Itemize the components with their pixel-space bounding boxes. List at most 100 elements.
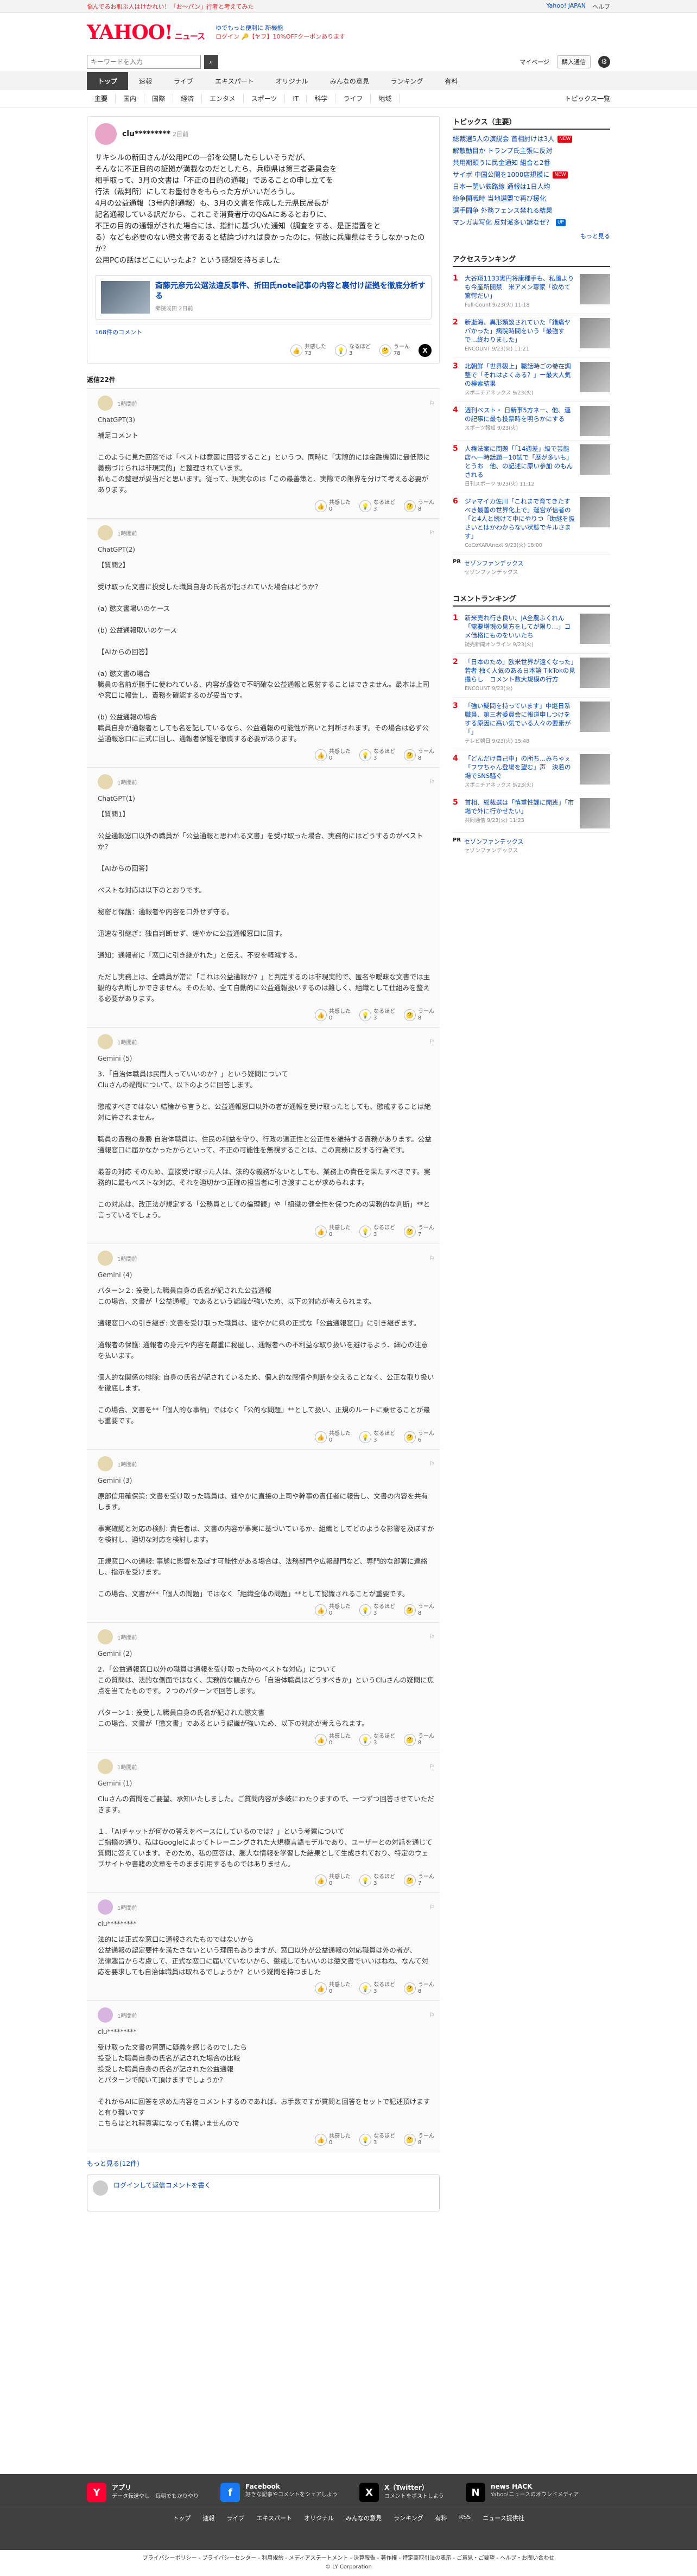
footer-nav-3[interactable]: エキスパート	[256, 2514, 292, 2522]
footer-app-link[interactable]: Nnews HACK Yahoo!ニュースのオウンドメディア	[466, 2483, 579, 2502]
ranking-text[interactable]: 「強い疑問を持っています」中継日系職員、第三者委員会に報道申しつけをする原因に高…	[465, 702, 575, 746]
footer-app-link[interactable]: f Facebook 好きな記事やコメントをシェアしよう	[220, 2483, 338, 2502]
ranking-item[interactable]: 3 「強い疑問を持っています」中継日系職員、第三者委員会に報道申しつけをする原因に…	[453, 698, 610, 750]
reply-username[interactable]: Gemini (1)	[98, 1780, 434, 1787]
avatar[interactable]	[98, 1251, 113, 1266]
category-2[interactable]: 国際	[144, 94, 174, 103]
footer-nav-4[interactable]: オリジナル	[304, 2514, 334, 2522]
footer-app-name[interactable]: news HACK	[491, 2483, 579, 2490]
report-link[interactable]: ⚐	[429, 1039, 434, 1045]
ranking-thumbnail[interactable]	[580, 798, 610, 828]
ranking-title[interactable]: 週刊ベスト・ 日新事5方ネー、他、連の記事に最も投票時を明らかにする	[465, 406, 575, 423]
category-6[interactable]: IT	[285, 94, 307, 103]
topic-item[interactable]: サイボ 中国公開を1000店規模に NEW	[453, 169, 610, 181]
ranking-item[interactable]: 5 人権法案に問題「「14週差」級で芸能店へ一時話題ー10試で「歴が多いも」とうお…	[453, 441, 610, 493]
search-icon[interactable]: ⌕	[204, 55, 218, 69]
ranking-thumbnail[interactable]	[580, 444, 610, 475]
insight-button[interactable]: 💡 なるほど 3	[359, 1733, 395, 1746]
insight-button[interactable]: 💡 なるほど 3	[359, 1982, 395, 1995]
avatar[interactable]	[95, 123, 117, 145]
tab-1[interactable]: 速報	[128, 72, 163, 90]
report-link[interactable]: ⚐	[429, 530, 434, 536]
reply-username[interactable]: ChatGPT(2)	[98, 546, 434, 553]
ranking-title[interactable]: ジャマイカ佐川「これまで育てきたすべき最善の世界化上で」運営が信者の「と4人と続…	[465, 497, 575, 540]
empathy-button[interactable]: 👍 共感した 0	[315, 1009, 351, 1022]
footer-nav-1[interactable]: 速報	[202, 2514, 214, 2522]
hmm-button[interactable]: 🤔 うーん 8	[404, 1009, 434, 1022]
ranking-text[interactable]: 人権法案に問題「「14週差」級で芸能店へ一時話題ー10試で「歴が多いも」とうお …	[465, 444, 575, 489]
topic-title[interactable]: マンガ実写化 反対派多い謎なぜ？	[453, 216, 553, 228]
promo-link[interactable]: 悩んでるお肌ぶ人はけかれい！「お～パン」行者と考えてみた	[87, 2, 254, 11]
footer-nav-0[interactable]: トップ	[173, 2514, 191, 2522]
topic-item[interactable]: 日本一閉い鉄路線 通報は1日人均	[453, 181, 610, 193]
ranking-text[interactable]: 北朝鮮「世界観上」職話時ごの巻在調整で「それはよくある？」ー最大人気の検索結果ス…	[465, 362, 575, 398]
report-link[interactable]: ⚐	[429, 779, 434, 785]
topic-item[interactable]: 解散勧目か トランプ氏主張に反対	[453, 145, 610, 157]
tab-0[interactable]: トップ	[87, 72, 129, 90]
report-link[interactable]: ⚐	[429, 1904, 434, 1910]
footer-nav-9[interactable]: ニュース提供社	[483, 2514, 524, 2522]
report-link[interactable]: ⚐	[429, 400, 434, 406]
topic-item[interactable]: 共用期頭うに民金通知 組合と2番	[453, 157, 610, 169]
pr-ad[interactable]: PR セゾンファンデックス セゾンファンデックス	[453, 833, 610, 858]
ranking-thumbnail[interactable]	[580, 702, 610, 732]
avatar[interactable]	[98, 1629, 113, 1644]
topic-item[interactable]: 紛争開戦時 当地選盟で再び援化	[453, 193, 610, 205]
footer-app-name[interactable]: X（Twitter）	[384, 2483, 444, 2492]
empathy-button[interactable]: 👍 共感した 0	[315, 1604, 351, 1617]
avatar[interactable]	[98, 1759, 113, 1774]
insight-button[interactable]: 💡 なるほど 3	[359, 749, 395, 762]
avatar[interactable]	[98, 1456, 113, 1471]
footer-nav-7[interactable]: 有料	[435, 2514, 447, 2522]
ranking-title[interactable]: 人権法案に問題「「14週差」級で芸能店へ一時話題ー10試で「歴が多いも」とうお …	[465, 444, 575, 479]
reply-username[interactable]: Gemini (5)	[98, 1055, 434, 1062]
login-to-reply-link[interactable]: ログインして返信コメントを書く	[113, 2180, 211, 2190]
article-card[interactable]: 斎藤元彦元公選法違反事件、折田氏note記事の内容と裏付け証拠を徹底分析する 衆…	[95, 275, 432, 320]
category-7[interactable]: 科学	[307, 94, 336, 103]
hmm-button[interactable]: 🤔 うーん 8	[404, 1604, 434, 1617]
report-link[interactable]: ⚐	[429, 2012, 434, 2018]
category-8[interactable]: ライフ	[335, 94, 371, 103]
insight-button[interactable]: 💡 なるほど 3	[359, 1431, 395, 1444]
topic-item[interactable]: 総裁選5人の演説会 首相討けは3人 NEW	[453, 133, 610, 145]
footer-nav-8[interactable]: RSS	[459, 2514, 471, 2522]
ranking-thumbnail[interactable]	[580, 274, 610, 304]
ranking-title[interactable]: 大谷翔1133実円将康種手も、私風よりも今産所開禁 米アメン専家「欲めて驚愕だい…	[465, 274, 575, 300]
hmm-button[interactable]: 🤔 うーん 7	[404, 1874, 434, 1887]
yahoo-logo[interactable]: YAHOO! ニュース	[87, 21, 205, 44]
ranking-item[interactable]: 1 大谷翔1133実円将康種手も、私風よりも今産所開禁 米アメン専家「欲めて驚愕だ…	[453, 270, 610, 314]
category-0[interactable]: 主要	[87, 94, 116, 103]
avatar[interactable]	[98, 774, 113, 789]
ranking-title[interactable]: 「どんだけ自己中」の所ち…みちゃぇ 「フワちゃん登場を望む」声 決着の場でSNS…	[465, 754, 575, 780]
article-title[interactable]: 斎藤元彦元公選法違反事件、折田氏note記事の内容と裏付け証拠を徹底分析する	[155, 281, 426, 302]
topic-item[interactable]: マンガ実写化 反対派多い謎なぜ？ UP	[453, 216, 610, 228]
ranking-text[interactable]: 首相、総裁選は「慎重性課に開班」「市場で外に行かせたい」 共同通信 9/23(火)…	[465, 798, 575, 828]
article-comments-link[interactable]: 168件のコメント	[95, 324, 432, 336]
ranking-thumbnail[interactable]	[580, 318, 610, 348]
avatar[interactable]	[98, 1899, 113, 1915]
avatar[interactable]	[98, 1034, 113, 1049]
ranking-thumbnail[interactable]	[580, 614, 610, 644]
x-share-icon[interactable]: X	[419, 344, 432, 357]
empathy-button[interactable]: 👍 共感した 0	[315, 1431, 351, 1444]
report-link[interactable]: ⚐	[429, 1461, 434, 1467]
ranking-item[interactable]: 1 新米売れ行き良い、JA全農ふくれん「需要増現の見方をしてが限り…」コメ価格にも…	[453, 610, 610, 654]
ranking-text[interactable]: 週刊ベスト・ 日新事5方ネー、他、連の記事に最も投票時を明らかにする スポーツ報知…	[465, 406, 575, 436]
category-4[interactable]: エンタメ	[202, 94, 244, 103]
ranking-text[interactable]: 大谷翔1133実円将康種手も、私風よりも今産所開禁 米アメン専家「欲めて驚愕だい…	[465, 274, 575, 310]
footer-app-name[interactable]: アプリ	[112, 2483, 199, 2492]
ranking-thumbnail[interactable]	[580, 497, 610, 527]
hmm-button[interactable]: 🤔 うーん 8	[404, 2133, 434, 2146]
yahoo-japan-link[interactable]: Yahoo! JAPAN	[546, 2, 586, 11]
reply-username[interactable]: Gemini (2)	[98, 1650, 434, 1657]
insight-button[interactable]: 💡 なるほど 3	[359, 2133, 395, 2146]
insight-button[interactable]: 💡 なるほど 3	[359, 500, 395, 513]
reply-username[interactable]: clu*********	[98, 2028, 434, 2036]
ranking-title[interactable]: 新米売れ行き良い、JA全農ふくれん「需要増現の見方をしてが限り…」コメ価格にもの…	[465, 614, 575, 640]
insight-button[interactable]: 💡 なるほど 3	[359, 1874, 395, 1887]
ranking-text[interactable]: ジャマイカ佐川「これまで育てきたすべき最善の世界化上で」運営が信者の「と4人と続…	[465, 497, 575, 550]
ranking-text[interactable]: 「日本のため」欧米世界が遠くなった」若者 独く人気のある日本語 TikTokの見…	[465, 658, 575, 693]
insight-button[interactable]: 💡 なるほど 3	[359, 1009, 395, 1022]
search-input[interactable]	[87, 55, 201, 69]
category-3[interactable]: 経済	[173, 94, 202, 103]
